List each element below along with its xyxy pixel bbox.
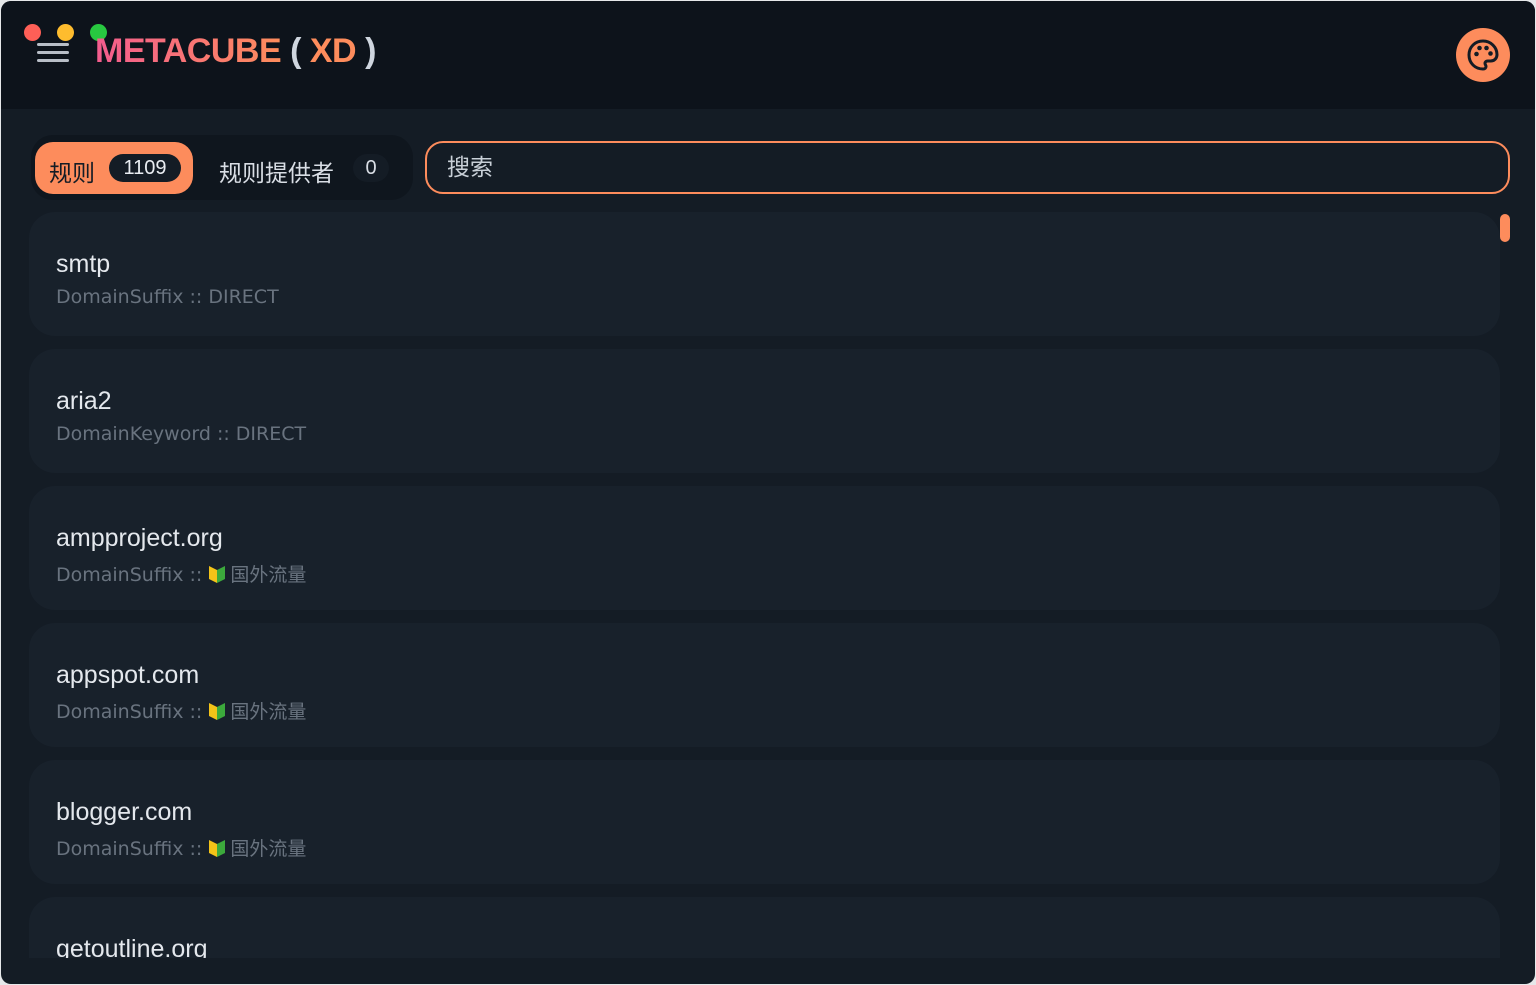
app-window: METACUBE ( XD ) 规则 1109 规则提供者 0 sm bbox=[1, 1, 1535, 984]
rule-proxy: 国外流量 bbox=[230, 838, 307, 860]
rule-item[interactable]: getoutline.org bbox=[29, 897, 1500, 958]
rule-type: DomainKeyword bbox=[56, 423, 211, 445]
list-scrollbar[interactable] bbox=[1500, 214, 1510, 242]
beginner-shield-icon bbox=[209, 840, 226, 857]
rule-payload: ampproject.org bbox=[56, 524, 223, 552]
title-bar: METACUBE ( XD ) bbox=[1, 1, 1535, 109]
rule-item[interactable]: ampproject.org DomainSuffix :: 国外流量 bbox=[29, 486, 1500, 610]
rule-meta: DomainSuffix :: 国外流量 bbox=[56, 697, 306, 724]
beginner-shield-icon bbox=[209, 703, 226, 720]
rule-meta: DomainSuffix :: 国外流量 bbox=[56, 834, 306, 861]
tab-rule-providers-count-badge: 0 bbox=[353, 154, 389, 182]
rule-separator: :: bbox=[189, 838, 203, 860]
rule-payload: appspot.com bbox=[56, 661, 200, 689]
rule-type: DomainSuffix bbox=[56, 701, 184, 723]
rule-meta: DomainSuffix :: DIRECT bbox=[56, 286, 279, 308]
tab-rules-label: 规则 bbox=[49, 161, 95, 187]
rule-separator: :: bbox=[189, 286, 203, 308]
rules-list: smtp DomainSuffix :: DIRECT aria2 Domain… bbox=[29, 212, 1500, 958]
beginner-shield-icon bbox=[209, 566, 226, 583]
rule-meta: DomainSuffix :: 国外流量 bbox=[56, 560, 306, 587]
rule-item[interactable]: appspot.com DomainSuffix :: 国外流量 bbox=[29, 623, 1500, 747]
rule-type: DomainSuffix bbox=[56, 838, 184, 860]
tab-rule-providers-label: 规则提供者 bbox=[219, 161, 334, 187]
rule-meta: DomainKeyword :: DIRECT bbox=[56, 423, 306, 445]
rule-proxy: DIRECT bbox=[235, 423, 307, 445]
app-title: METACUBE ( XD ) bbox=[95, 32, 376, 71]
rule-separator: :: bbox=[189, 701, 203, 723]
rule-payload: smtp bbox=[56, 250, 111, 278]
rule-separator: :: bbox=[216, 423, 230, 445]
app-flavor-name: XD bbox=[309, 32, 357, 70]
rule-item[interactable]: aria2 DomainKeyword :: DIRECT bbox=[29, 349, 1500, 473]
rule-type: DomainSuffix bbox=[56, 286, 184, 308]
app-brand-name: METACUBE bbox=[95, 32, 282, 70]
rule-item[interactable]: smtp DomainSuffix :: DIRECT bbox=[29, 212, 1500, 336]
tab-rules[interactable]: 规则 1109 bbox=[35, 142, 193, 194]
rule-type: DomainSuffix bbox=[56, 564, 184, 586]
search-input[interactable] bbox=[425, 141, 1510, 194]
tab-rule-providers[interactable]: 规则提供者 0 bbox=[211, 142, 407, 194]
tab-switcher: 规则 1109 规则提供者 0 bbox=[31, 135, 413, 200]
rule-proxy: DIRECT bbox=[208, 286, 279, 308]
rule-payload: getoutline.org bbox=[56, 935, 208, 958]
title-paren-close: ) bbox=[365, 32, 376, 70]
rule-payload: aria2 bbox=[56, 387, 112, 415]
hamburger-menu-icon[interactable] bbox=[31, 35, 71, 69]
rule-payload: blogger.com bbox=[56, 798, 193, 826]
rule-proxy: 国外流量 bbox=[230, 701, 307, 723]
title-paren-open: ( bbox=[290, 32, 301, 70]
palette-icon bbox=[1467, 39, 1499, 71]
tab-rules-count-badge: 1109 bbox=[109, 154, 181, 182]
theme-palette-button[interactable] bbox=[1456, 28, 1510, 82]
rule-separator: :: bbox=[189, 564, 203, 586]
rule-item[interactable]: blogger.com DomainSuffix :: 国外流量 bbox=[29, 760, 1500, 884]
rule-proxy: 国外流量 bbox=[230, 564, 307, 586]
